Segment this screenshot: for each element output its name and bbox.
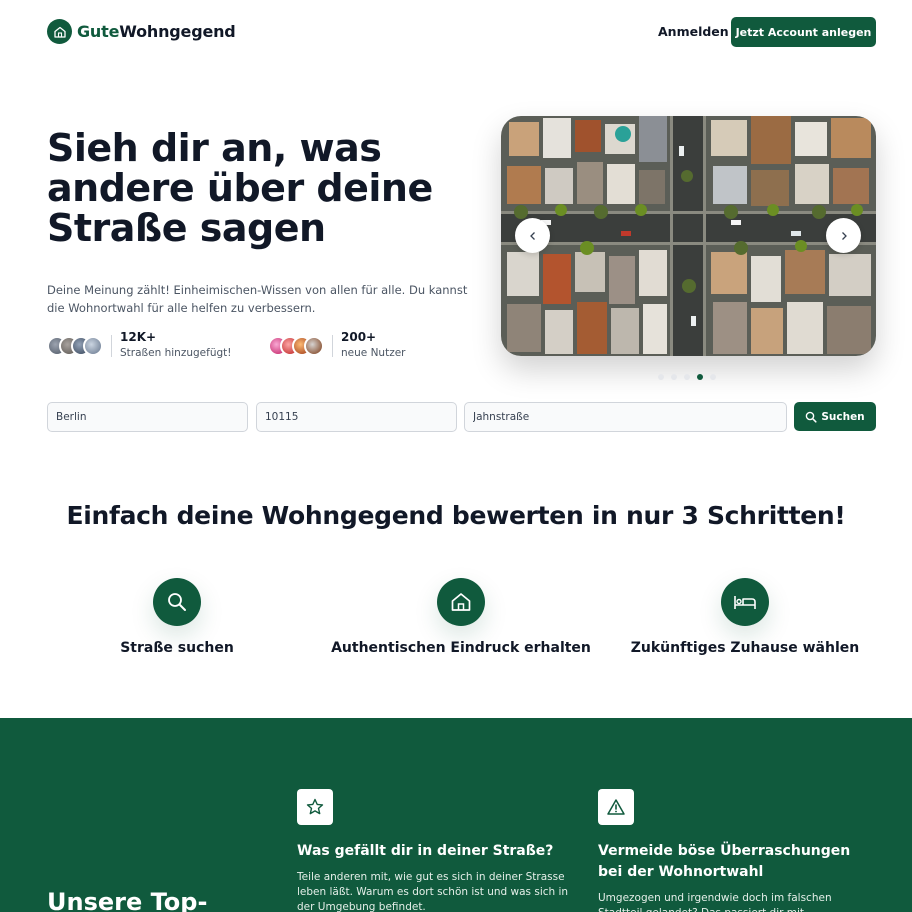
- step-label: Authentischen Eindruck erhalten: [331, 640, 591, 656]
- search-icon: [168, 593, 186, 611]
- logo[interactable]: GuteWohngegend: [47, 19, 236, 44]
- hero-title: Sieh dir an, was andere über deine Straß…: [47, 126, 433, 250]
- avatar: [83, 335, 103, 356]
- step-authentic-impression: Authentischen Eindruck erhalten: [326, 578, 596, 656]
- house-icon: [451, 593, 471, 611]
- carousel-dot[interactable]: [710, 374, 716, 380]
- create-account-button[interactable]: Jetzt Account anlegen: [731, 17, 876, 47]
- divider: [332, 334, 333, 357]
- feature-title: Vermeide böse Überraschungen bei der Woh…: [598, 843, 851, 880]
- avatar: [304, 335, 324, 356]
- feature-title: Was gefällt dir in deiner Straße?: [297, 843, 554, 859]
- street-input[interactable]: [464, 402, 787, 432]
- city-input[interactable]: [47, 402, 248, 432]
- aerial-neighborhood-image: [501, 116, 876, 356]
- login-link[interactable]: Anmelden: [658, 24, 729, 39]
- zip-input[interactable]: [256, 402, 457, 432]
- hero-description: Deine Meinung zählt! Einheimischen-Wisse…: [47, 283, 468, 315]
- carousel-dot-active[interactable]: [697, 374, 703, 380]
- carousel-dot[interactable]: [671, 374, 677, 380]
- carousel-dot[interactable]: [684, 374, 690, 380]
- step-choose-home: Zukünftiges Zuhause wählen: [610, 578, 880, 656]
- stat-users: 200+ neue Nutzer: [268, 330, 405, 361]
- house-logo-icon: [47, 19, 72, 44]
- chevron-left-icon: [529, 231, 535, 240]
- step-label: Straße suchen: [120, 640, 234, 656]
- features-section: Unsere Top- Was gefällt dir in deiner St…: [0, 718, 912, 912]
- bed-icon: [734, 596, 756, 609]
- feature-text: Teile anderen mit, wie gut es sich in de…: [297, 871, 569, 912]
- carousel-prev-button[interactable]: [515, 218, 550, 253]
- step-icon-circle: [437, 578, 485, 626]
- search-icon: [806, 411, 817, 423]
- feature-text: Umgezogen und irgendwie doch im falschen…: [598, 892, 832, 912]
- warning-icon: [598, 789, 634, 825]
- stat-value: 12K+: [120, 330, 157, 344]
- step-label: Zukünftiges Zuhause wählen: [630, 640, 860, 656]
- stat-label: neue Nutzer: [341, 347, 406, 359]
- stat-value: 200+: [341, 330, 377, 344]
- logo-text: GuteWohngegend: [77, 22, 236, 41]
- feature-street-likes: Was gefällt dir in deiner Straße? Teile …: [297, 789, 577, 912]
- step-icon-circle: [721, 578, 769, 626]
- carousel-dot[interactable]: [658, 374, 664, 380]
- star-icon: [297, 789, 333, 825]
- steps-title: Einfach deine Wohngegend bewerten in nur…: [66, 501, 846, 530]
- carousel-dots: [658, 374, 723, 380]
- search-button-label: Suchen: [821, 410, 865, 423]
- carousel-next-button[interactable]: [826, 218, 861, 253]
- search-button[interactable]: Suchen: [794, 402, 876, 431]
- stat-streets: 12K+ Straßen hinzugefügt!: [47, 330, 231, 361]
- step-search-street: Straße suchen: [42, 578, 312, 656]
- feature-avoid-surprises: Vermeide böse Überraschungen bei der Woh…: [598, 789, 878, 912]
- stat-label: Straßen hinzugefügt!: [120, 347, 232, 359]
- street-thumbnails: [47, 335, 103, 356]
- features-heading: Unsere Top-: [47, 888, 208, 912]
- chevron-right-icon: [841, 231, 847, 240]
- user-avatars: [268, 335, 324, 356]
- site-header: GuteWohngegend Anmelden Jetzt Account an…: [0, 0, 912, 64]
- step-icon-circle: [153, 578, 201, 626]
- hero-image-carousel[interactable]: [501, 116, 876, 356]
- divider: [111, 334, 112, 357]
